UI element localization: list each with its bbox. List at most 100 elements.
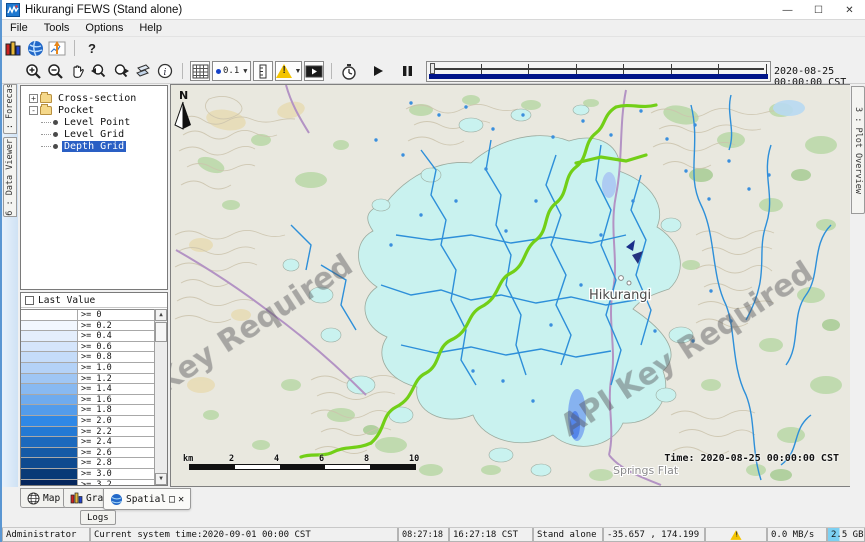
scale-segment (370, 465, 415, 469)
minimize-button[interactable]: — (772, 0, 803, 20)
warning-icon[interactable]: ▼ (275, 61, 302, 81)
node-bullet-icon (53, 132, 58, 137)
folder-icon (40, 94, 52, 103)
maximize-button[interactable]: ☐ (803, 0, 834, 20)
info-icon[interactable]: i (155, 61, 175, 81)
bar-chart-icon (70, 492, 83, 504)
legend-list: >= 0>= 0.2>= 0.4>= 0.6>= 0.8>= 1.0>= 1.2… (21, 309, 167, 485)
scale-tick-label: 2 (229, 454, 234, 464)
tree-item-cross-section[interactable]: +Cross-section (21, 92, 167, 104)
close-panel-icon[interactable]: ✕ (178, 494, 184, 505)
layers-icon[interactable] (133, 61, 153, 81)
legend-row[interactable]: >= 1.0 (21, 363, 167, 374)
status-user: Administrator (2, 528, 90, 542)
map-time-label: Time: 2020-08-25 00:00:00 CST (664, 453, 839, 464)
animation-icon[interactable] (304, 61, 324, 81)
timeline-data-bar (429, 74, 768, 79)
close-button[interactable]: ✕ (834, 0, 865, 20)
scale-segment (235, 465, 280, 469)
legend-row[interactable]: >= 0.8 (21, 352, 167, 363)
legend-scrollbar[interactable]: ▲ ▼ (154, 309, 167, 485)
scroll-up-icon[interactable]: ▲ (155, 309, 167, 321)
timeline-thumb[interactable] (430, 63, 435, 74)
tab-plot-overview[interactable]: 3 : Plot Overview (851, 86, 865, 214)
tab-map[interactable]: Map (20, 488, 67, 508)
scale-tick-label: 6 (319, 454, 324, 464)
tree-item-level-point[interactable]: Level Point (21, 116, 167, 128)
timeline-tick (576, 64, 577, 74)
collapse-icon[interactable]: - (29, 106, 38, 115)
expand-icon[interactable]: + (29, 94, 38, 103)
legend-title: Last Value (38, 295, 95, 306)
play-icon[interactable] (368, 61, 388, 81)
legend-row[interactable]: >= 3.2 (21, 480, 167, 486)
window-title: Hikurangi FEWS (Stand alone) (25, 4, 182, 16)
tab-forecast[interactable]: 5 : Forecast (3, 84, 17, 134)
timer-icon[interactable] (339, 61, 359, 81)
layer-tree[interactable]: +Cross-section-PocketLevel PointLevel Gr… (20, 85, 168, 290)
menu-file[interactable]: File (2, 21, 36, 35)
map-viewport[interactable]: Hikurangi Springs Flat API Key Required … (170, 84, 852, 487)
timeline-track[interactable] (433, 68, 764, 70)
legend-color-swatch (21, 384, 78, 394)
zoom-out-icon[interactable] (45, 61, 65, 81)
legend-color-swatch (21, 395, 78, 405)
tree-item-level-grid[interactable]: Level Grid (21, 128, 167, 140)
menu-bar: FileToolsOptionsHelp (2, 20, 865, 37)
legend-row[interactable]: >= 3.0 (21, 469, 167, 480)
menu-help[interactable]: Help (131, 21, 170, 35)
status-memory[interactable]: 2.5 GB (827, 528, 865, 542)
contour-interval-icon[interactable]: 0.1 ▼ (212, 61, 251, 81)
legend-color-swatch (21, 427, 78, 437)
grid-icon[interactable] (190, 61, 210, 81)
tree-item-pocket[interactable]: -Pocket (21, 104, 167, 116)
legend-row[interactable]: >= 0.2 (21, 321, 167, 332)
menu-options[interactable]: Options (77, 21, 131, 35)
map-canvas: Hikurangi Springs Flat API Key Required … (171, 85, 852, 487)
legend-row[interactable]: >= 2.2 (21, 427, 167, 438)
left-tab-strip: 5 : Forecast 6 : Data Viewer (2, 84, 18, 487)
tab-data-viewer[interactable]: 6 : Data Viewer (3, 137, 17, 217)
zoom-next-icon[interactable] (111, 61, 131, 81)
help-icon[interactable]: ? (82, 38, 102, 58)
layers-panel: +Cross-section-PocketLevel PointLevel Gr… (18, 84, 170, 487)
legend-row[interactable]: >= 1.6 (21, 395, 167, 406)
zoom-in-icon[interactable] (23, 61, 43, 81)
data-display-icon[interactable] (3, 38, 23, 58)
scale-tick-label: 4 (274, 454, 279, 464)
legend-row[interactable]: >= 0.4 (21, 331, 167, 342)
menu-tools[interactable]: Tools (36, 21, 78, 35)
tab-spatial[interactable]: Spatial □ ✕ (103, 488, 191, 510)
legend-row[interactable]: >= 1.4 (21, 384, 167, 395)
legend-row[interactable]: >= 2.6 (21, 448, 167, 459)
main-content: 5 : Forecast 6 : Data Viewer +Cross-sect… (2, 84, 865, 487)
longitudinal-profile-icon[interactable] (253, 61, 273, 81)
legend-row[interactable]: >= 2.4 (21, 437, 167, 448)
time-series-icon[interactable] (47, 38, 67, 58)
scale-tick-label: 8 (364, 454, 369, 464)
logs-button[interactable]: Logs (80, 510, 116, 525)
legend-color-swatch (21, 342, 78, 352)
pause-icon[interactable] (397, 61, 417, 81)
scroll-down-icon[interactable]: ▼ (155, 473, 167, 485)
tree-item-label: Depth Grid (62, 141, 126, 152)
timeline-slider[interactable] (426, 61, 771, 82)
legend-row[interactable]: >= 0 (21, 310, 167, 321)
legend-row[interactable]: >= 0.6 (21, 342, 167, 353)
legend-row[interactable]: >= 1.8 (21, 405, 167, 416)
zoom-previous-icon[interactable] (89, 61, 109, 81)
place-label-springs-flat: Springs Flat (613, 464, 679, 477)
maximize-panel-icon[interactable]: □ (169, 494, 175, 505)
legend-row[interactable]: >= 2.8 (21, 458, 167, 469)
node-bullet-icon (53, 120, 58, 125)
map-globe-icon[interactable] (25, 38, 45, 58)
status-warning[interactable] (705, 528, 767, 542)
legend-row[interactable]: >= 1.2 (21, 374, 167, 385)
scroll-thumb[interactable] (155, 322, 167, 342)
bottom-tab-bar: Map Graph Spatial □ ✕ (2, 487, 865, 510)
legend-row[interactable]: >= 2.0 (21, 416, 167, 427)
pan-icon[interactable] (67, 61, 87, 81)
status-local-time: 16:27:18 CST (449, 528, 533, 542)
last-value-checkbox[interactable] (25, 296, 34, 305)
tree-item-depth-grid[interactable]: Depth Grid (21, 140, 167, 152)
